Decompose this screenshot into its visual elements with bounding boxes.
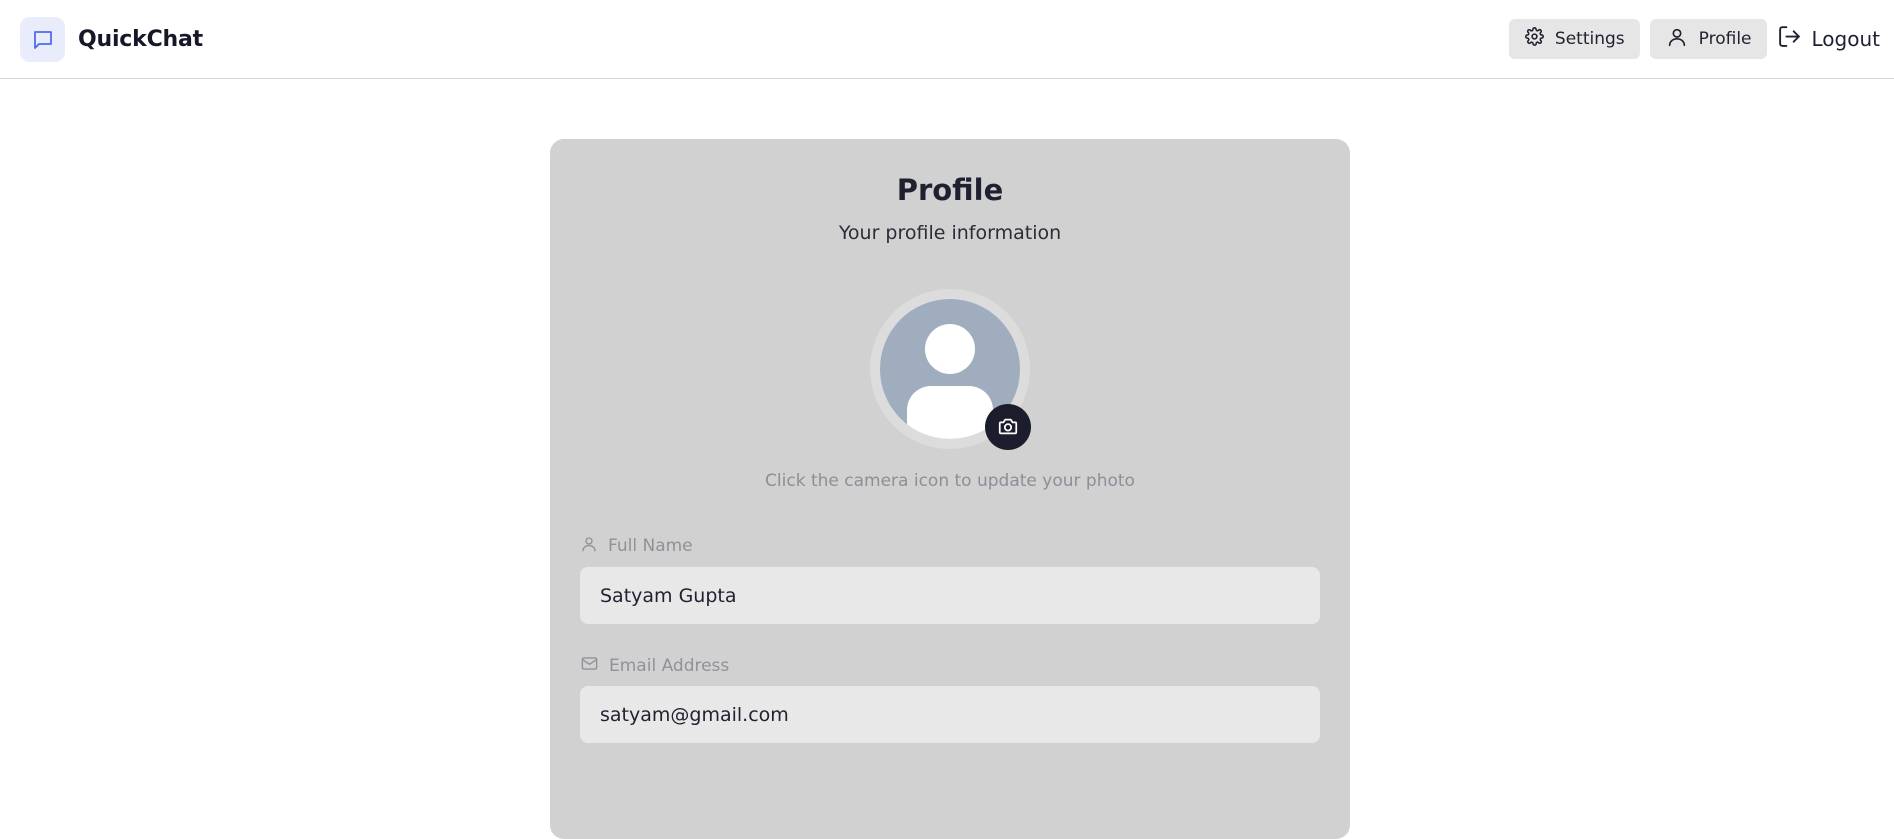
avatar-container <box>870 289 1031 450</box>
settings-button[interactable]: Settings <box>1508 19 1640 59</box>
email-label: Email Address <box>580 654 729 678</box>
full-name-value: Satyam Gupta <box>600 584 737 607</box>
brand-link[interactable]: QuickChat <box>20 17 203 62</box>
full-name-field[interactable]: Satyam Gupta <box>580 567 1320 624</box>
email-label-text: Email Address <box>609 656 730 676</box>
camera-icon <box>997 415 1019 440</box>
logout-icon <box>1777 24 1802 54</box>
chat-bubble-icon <box>20 17 65 62</box>
photo-hint: Click the camera icon to update your pho… <box>765 471 1135 491</box>
nav-actions: Settings Profile Logout <box>1508 19 1880 59</box>
profile-card: Profile Your profile information Click t… <box>550 139 1350 839</box>
full-name-label-text: Full Name <box>608 536 693 556</box>
logout-label: Logout <box>1811 27 1880 51</box>
change-photo-button[interactable] <box>985 404 1031 450</box>
gear-icon <box>1524 27 1544 51</box>
mail-icon <box>580 654 599 678</box>
app-name: QuickChat <box>78 27 203 52</box>
user-icon <box>580 535 598 558</box>
email-value: satyam@gmail.com <box>600 703 789 726</box>
user-icon <box>1666 26 1688 53</box>
settings-label: Settings <box>1554 29 1625 49</box>
email-field[interactable]: satyam@gmail.com <box>580 686 1320 743</box>
logout-button[interactable]: Logout <box>1777 19 1880 59</box>
page-subtitle: Your profile information <box>838 222 1062 244</box>
top-navbar: QuickChat Settings Profile Logout <box>0 0 1894 79</box>
page-title: Profile <box>896 173 1004 207</box>
profile-label: Profile <box>1698 29 1752 49</box>
full-name-label: Full Name <box>580 534 693 558</box>
profile-button[interactable]: Profile <box>1649 19 1767 59</box>
